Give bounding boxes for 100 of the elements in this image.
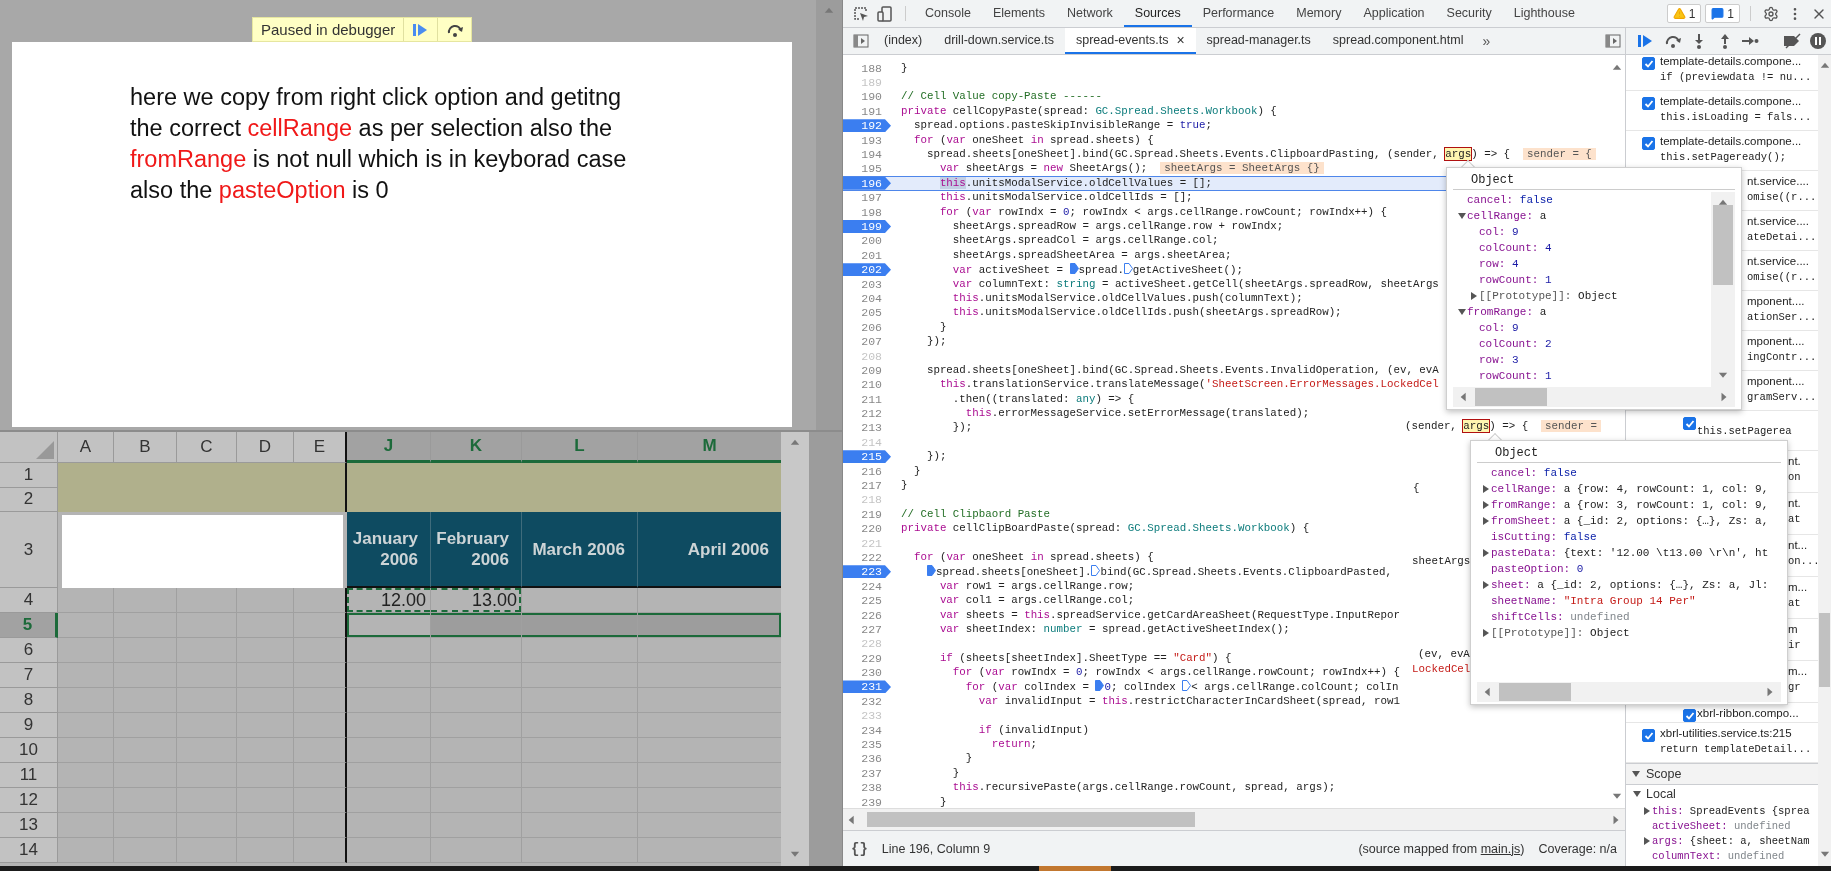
collapse-icon[interactable]: [1633, 790, 1641, 798]
navigator-toggle-icon[interactable]: [853, 34, 869, 48]
checkbox[interactable]: [1642, 729, 1655, 742]
line-number[interactable]: 224: [843, 579, 891, 593]
settings-icon[interactable]: [1763, 5, 1779, 22]
scope-group[interactable]: Local: [1646, 787, 1676, 801]
column-header[interactable]: C: [177, 432, 237, 463]
line-number[interactable]: 195: [843, 162, 891, 176]
line-number[interactable]: 223: [843, 565, 891, 579]
row-header[interactable]: 9: [0, 713, 58, 738]
scrollbar[interactable]: [1711, 192, 1735, 387]
table-cell[interactable]: [347, 838, 431, 863]
expand-icon[interactable]: [1482, 581, 1490, 589]
row-header[interactable]: 3: [0, 512, 58, 588]
checkbox[interactable]: [1642, 57, 1655, 70]
line-number[interactable]: 227: [843, 622, 891, 636]
line-number[interactable]: 193: [843, 133, 891, 147]
scrollbar-thumb[interactable]: [1713, 204, 1733, 285]
line-number[interactable]: 230: [843, 666, 891, 680]
line-number[interactable]: 213: [843, 421, 891, 435]
line-number[interactable]: 190: [843, 90, 891, 104]
close-tab-button[interactable]: ×: [1176, 32, 1185, 48]
table-cell[interactable]: [58, 813, 114, 838]
table-cell[interactable]: [347, 688, 431, 713]
collapse-icon[interactable]: [1632, 770, 1640, 778]
scroll-up-icon[interactable]: [790, 438, 801, 448]
line-number[interactable]: 232: [843, 694, 891, 708]
line-number[interactable]: 197: [843, 191, 891, 205]
line-number[interactable]: 191: [843, 104, 891, 118]
line-number[interactable]: 216: [843, 464, 891, 478]
table-cell[interactable]: [58, 838, 114, 863]
line-number[interactable]: 199: [843, 220, 891, 233]
line-number[interactable]: 207: [843, 335, 891, 349]
file-tab[interactable]: spread-manager.ts: [1195, 28, 1322, 54]
table-cell[interactable]: [294, 638, 347, 663]
table-cell[interactable]: [522, 638, 638, 663]
column-header[interactable]: D: [237, 432, 294, 463]
column-header[interactable]: E: [294, 432, 347, 463]
checkbox[interactable]: [1683, 417, 1696, 430]
row-header[interactable]: 6: [0, 638, 58, 663]
line-number[interactable]: 239: [843, 795, 891, 808]
table-cell[interactable]: [58, 713, 114, 738]
row-header[interactable]: 14: [0, 838, 58, 863]
expand-icon[interactable]: [1643, 836, 1651, 845]
devtools-tab[interactable]: Network: [1056, 0, 1124, 27]
table-cell[interactable]: [58, 763, 114, 788]
line-number[interactable]: 219: [843, 507, 891, 521]
table-cell[interactable]: [347, 813, 431, 838]
line-number[interactable]: 201: [843, 248, 891, 262]
scroll-right-icon[interactable]: [1765, 687, 1775, 697]
deactivate-breakpoints-icon[interactable]: [1781, 33, 1804, 49]
scroll-up-icon[interactable]: [1611, 63, 1622, 73]
scrollbar[interactable]: [1477, 682, 1781, 702]
row-header[interactable]: 11: [0, 763, 58, 788]
table-cell[interactable]: [294, 838, 347, 863]
breakpoint-outline-icon[interactable]: [1123, 262, 1133, 274]
table-cell[interactable]: [294, 663, 347, 688]
table-cell[interactable]: [638, 613, 782, 638]
scroll-left-icon[interactable]: [1459, 392, 1469, 402]
column-header[interactable]: J: [347, 432, 431, 463]
table-cell[interactable]: [58, 613, 114, 638]
file-tab[interactable]: spread-events.ts ×: [1065, 28, 1196, 54]
line-number[interactable]: 231: [843, 680, 891, 694]
source-link[interactable]: main.js: [1480, 841, 1521, 856]
expand-icon[interactable]: [1482, 549, 1490, 557]
property-text[interactable]: [[Prototype]]: Object: [1491, 627, 1630, 639]
table-cell[interactable]: 13.00: [431, 588, 522, 613]
table-cell[interactable]: [294, 813, 347, 838]
line-number[interactable]: 238: [843, 781, 891, 795]
table-cell[interactable]: [58, 638, 114, 663]
row-header[interactable]: 2: [0, 487, 58, 512]
property-text[interactable]: this: SpreadEvents {sprea: [1652, 804, 1810, 817]
table-cell[interactable]: [114, 588, 177, 613]
expand-icon[interactable]: [1470, 292, 1478, 300]
line-number[interactable]: 209: [843, 363, 891, 377]
breakpoint-marker-icon[interactable]: [926, 564, 936, 576]
line-number[interactable]: 202: [843, 263, 891, 277]
property-text[interactable]: args: {sheet: a, sheetNam: [1652, 834, 1810, 847]
scope-header[interactable]: Scope: [1626, 763, 1818, 785]
row-header[interactable]: 10: [0, 738, 58, 763]
table-cell[interactable]: [347, 788, 431, 813]
warnings-badge[interactable]: 1: [1666, 4, 1702, 23]
breakpoint-marker-icon[interactable]: [1069, 262, 1079, 274]
property-text[interactable]: [[Prototype]]: Object: [1479, 290, 1618, 302]
collapse-icon[interactable]: [1458, 308, 1466, 316]
table-cell[interactable]: [58, 788, 114, 813]
row-header[interactable]: 7: [0, 663, 58, 688]
scrollbar[interactable]: [781, 432, 810, 866]
devtools-tab[interactable]: Lighthouse: [1502, 0, 1586, 27]
table-cell[interactable]: [522, 588, 638, 613]
table-cell[interactable]: [58, 688, 114, 713]
breakpoint-outline-icon[interactable]: [1091, 564, 1101, 576]
property-text[interactable]: cellRange: a: [1467, 210, 1547, 222]
checkbox[interactable]: [1683, 709, 1696, 722]
row-header[interactable]: 4: [0, 588, 58, 613]
scrollbar-thumb[interactable]: [1475, 388, 1547, 406]
property-text[interactable]: fromRange: a {row: 3, rowCount: 1, col: 9,: [1491, 499, 1769, 511]
table-cell[interactable]: [347, 638, 431, 663]
line-number[interactable]: 234: [843, 723, 891, 737]
row-header[interactable]: 13: [0, 813, 58, 838]
